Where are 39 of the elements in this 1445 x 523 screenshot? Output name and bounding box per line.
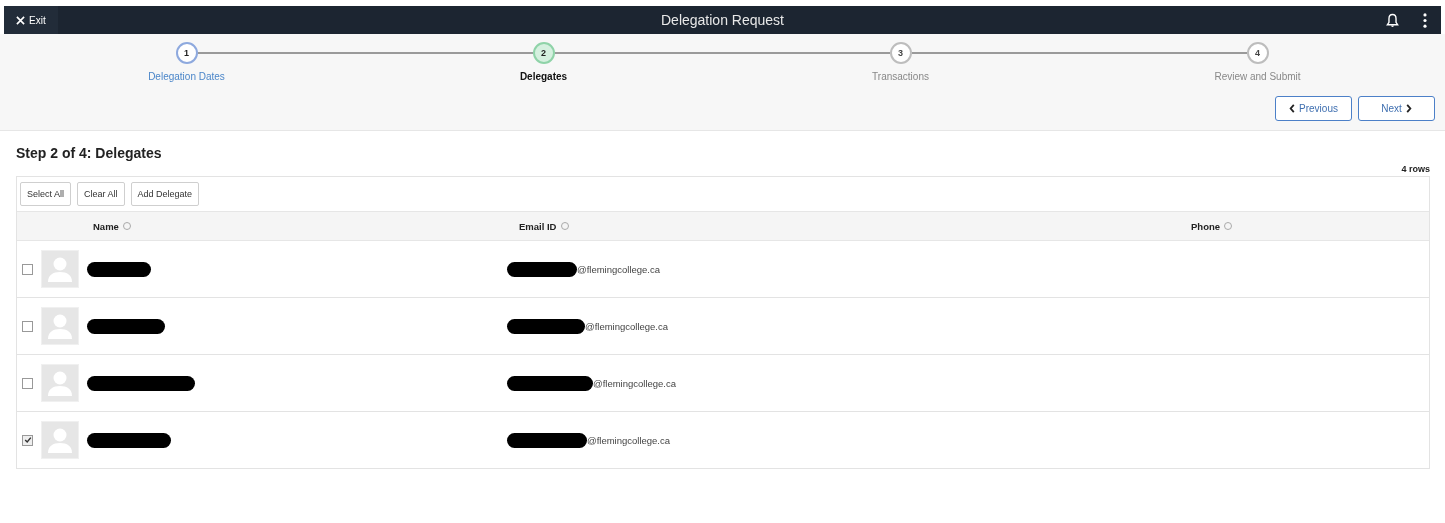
redaction-mark xyxy=(507,261,577,277)
avatar-icon xyxy=(41,250,79,288)
toolbar-button[interactable]: Add Delegate xyxy=(130,182,200,206)
avatar-icon xyxy=(41,364,79,402)
previous-button[interactable]: Previous xyxy=(1275,96,1352,121)
page-title: Step 2 of 4: Delegates xyxy=(16,145,163,161)
avatar-icon xyxy=(41,307,79,345)
toolbar-button[interactable]: Clear All xyxy=(77,182,125,206)
menu-icon[interactable] xyxy=(1423,12,1427,28)
step-number[interactable]: 2 xyxy=(532,42,555,64)
chevron-right-icon xyxy=(1405,104,1412,113)
exit-button[interactable]: Exit xyxy=(4,6,58,34)
row-checkbox[interactable] xyxy=(22,377,33,389)
step-number[interactable]: 1 xyxy=(175,42,198,64)
row-checkbox[interactable] xyxy=(22,320,33,332)
column-header[interactable]: Name xyxy=(93,220,131,232)
step-label[interactable]: Transactions xyxy=(872,71,929,82)
step-label[interactable]: Delegation Dates xyxy=(148,71,225,82)
close-icon xyxy=(16,15,25,25)
table-cell: @flemingcollege.ca xyxy=(577,263,661,275)
row-checkbox[interactable] xyxy=(22,434,33,446)
column-header[interactable]: Phone xyxy=(1191,220,1233,232)
avatar-icon xyxy=(41,421,79,459)
chevron-left-icon xyxy=(1289,104,1296,113)
step-label[interactable]: Delegates xyxy=(519,71,568,82)
window-title: Delegation Request xyxy=(661,12,784,28)
step-label[interactable]: Review and Submit xyxy=(1214,71,1301,82)
notification-bell-icon[interactable] xyxy=(1386,12,1399,28)
next-button[interactable]: Next xyxy=(1358,96,1435,121)
redaction-mark xyxy=(87,261,151,277)
column-header[interactable]: Email ID xyxy=(519,220,569,232)
step-number[interactable]: 4 xyxy=(1246,42,1269,64)
step-number[interactable]: 3 xyxy=(889,42,912,64)
table-cell: @flemingcollege.ca xyxy=(593,377,677,389)
table-cell: @flemingcollege.ca xyxy=(587,434,671,446)
row-checkbox[interactable] xyxy=(22,263,33,275)
row-count: 4 rows xyxy=(1401,164,1430,174)
table-cell: @flemingcollege.ca xyxy=(585,320,669,332)
toolbar-button[interactable]: Select All xyxy=(20,182,72,206)
